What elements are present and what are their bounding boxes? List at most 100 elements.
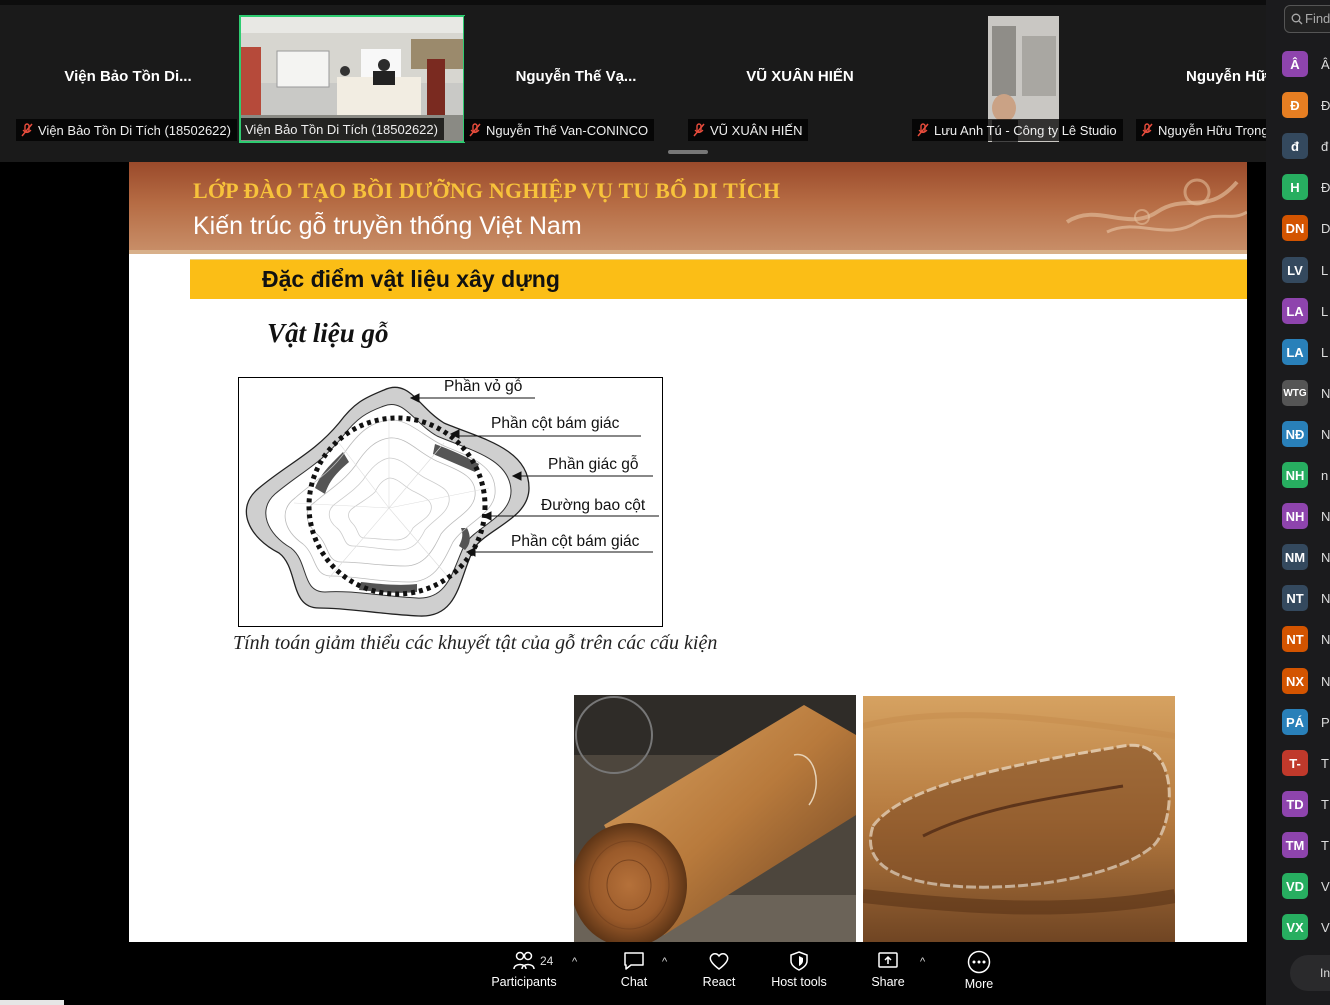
wood-cross-section-diagram: Phần vỏ gỗ Phần cột bám giác Phần giác g… <box>238 377 663 627</box>
participant-name: V <box>1321 878 1330 894</box>
share-label: Share <box>871 975 905 989</box>
invite-button[interactable]: In <box>1290 955 1330 991</box>
host-tools-button[interactable]: Host tools <box>767 950 831 989</box>
chat-label: Chat <box>620 975 648 989</box>
mic-muted-icon <box>917 123 929 137</box>
participant-name: N <box>1321 385 1330 401</box>
participant-name: N <box>1321 426 1330 442</box>
participant-row[interactable]: NH n <box>1282 461 1328 489</box>
participant-name: N <box>1321 508 1330 524</box>
participant-row[interactable]: NM N <box>1282 543 1330 571</box>
video-tile[interactable]: Nguyễn Hữ Nguyễn Hữu Trọng <box>1136 16 1275 142</box>
more-label: More <box>964 977 994 991</box>
more-button[interactable]: More <box>957 950 1001 991</box>
tile-tag-text: VŨ XUÂN HIẾN <box>710 122 803 138</box>
participant-name: N <box>1321 590 1330 606</box>
chat-button[interactable]: Chat <box>612 950 656 989</box>
course-title: LỚP ĐÀO TẠO BỒI DƯỠNG NGHIỆP VỤ TU BỔ DI… <box>193 178 781 203</box>
participants-label: Participants <box>491 975 557 989</box>
participant-search-input[interactable]: Find <box>1284 5 1330 33</box>
participant-row[interactable]: HĐ <box>1282 173 1330 201</box>
participant-name: N <box>1321 549 1330 565</box>
tile-name-tag: Nguyễn Hữu Trọng <box>1136 119 1275 141</box>
chat-caret-icon[interactable]: ^ <box>662 956 667 968</box>
participant-row[interactable]: PÁ P <box>1282 708 1330 736</box>
participant-row[interactable]: NH N <box>1282 502 1330 530</box>
tile-tag-text: Viện Bảo Tồn Di Tích (18502622) <box>38 122 231 138</box>
course-subtitle: Kiến trúc gỗ truyền thống Việt Nam <box>193 212 582 240</box>
participant-row[interactable]: WTG N <box>1282 379 1330 407</box>
tile-name-tag: VŨ XUÂN HIẾN <box>688 119 809 141</box>
tile-name: Viện Bảo Tồn Di... <box>64 68 192 85</box>
participant-row[interactable]: ĐĐ <box>1282 91 1330 119</box>
participant-name: L <box>1321 303 1329 319</box>
participant-row[interactable]: NX N <box>1282 667 1330 695</box>
log-photo <box>574 695 856 942</box>
section-title: Đặc điểm vật liệu xây dựng <box>262 266 560 292</box>
avatar: VD <box>1282 873 1308 899</box>
participant-row[interactable]: NĐ N <box>1282 420 1330 448</box>
participant-row[interactable]: DN D <box>1282 214 1330 242</box>
participants-count: 24 <box>540 954 554 968</box>
video-tile[interactable]: Nguyễn Thế Vạ... Nguyễn Thế Van-CONINCO <box>464 16 688 142</box>
chat-icon <box>624 952 644 970</box>
strip-page-indicator[interactable] <box>668 150 708 154</box>
participant-name: T <box>1321 796 1329 812</box>
label-column-angle: Phần cột bám giác <box>491 415 620 432</box>
window-corner <box>0 1000 64 1005</box>
participant-row[interactable]: TM T <box>1282 831 1329 859</box>
mic-muted-icon <box>1141 123 1153 137</box>
participant-row[interactable]: ÂÂ <box>1282 50 1330 78</box>
tile-name-tag: Viện Bảo Tồn Di Tích (18502622) <box>16 119 237 141</box>
avatar: NM <box>1282 544 1308 570</box>
participant-row[interactable]: VX V <box>1282 913 1330 941</box>
video-tile-active-speaker[interactable]: Viện Bảo Tồn Di Tích (18502622) <box>239 15 465 143</box>
avatar: VX <box>1282 914 1308 940</box>
participant-name: L <box>1321 262 1329 278</box>
participant-row[interactable]: T- T <box>1282 749 1329 777</box>
strip-top-edge <box>0 0 1266 5</box>
tile-tag-text: Nguyễn Thế Van-CONINCO <box>486 122 649 138</box>
avatar: LA <box>1282 298 1308 324</box>
shield-icon <box>790 951 808 971</box>
video-tile[interactable]: VŨ XUÂN HIẾN VŨ XUÂN HIẾN <box>688 16 912 142</box>
tile-name: Nguyễn Hữ <box>1186 68 1266 85</box>
share-button[interactable]: Share <box>866 950 910 989</box>
participant-row[interactable]: LV L <box>1282 256 1328 284</box>
material-heading: Vật liệu gỗ <box>267 318 389 348</box>
participants-icon <box>513 951 535 970</box>
tile-tag-text: Lưu Anh Tú - Công ty Lê Studio <box>934 122 1117 138</box>
participant-row[interactable]: LA L <box>1282 338 1328 366</box>
participant-name: V <box>1321 919 1330 935</box>
react-label: React <box>702 975 736 989</box>
avatar: NH <box>1282 503 1308 529</box>
avatar: H <box>1282 174 1308 200</box>
video-tile[interactable]: Lưu Anh Tú - Công ty Lê Studio <box>912 16 1136 142</box>
avatar: DN <box>1282 215 1308 241</box>
share-caret-icon[interactable]: ^ <box>920 956 925 968</box>
tile-name-tag: Lưu Anh Tú - Công ty Lê Studio <box>912 119 1123 141</box>
participant-row[interactable]: NT N <box>1282 625 1330 653</box>
participant-name: Đ <box>1321 97 1330 113</box>
video-strip: Viện Bảo Tồn Di... Viện Bảo Tồn Di Tích … <box>0 0 1275 162</box>
participant-name: N <box>1321 631 1330 647</box>
participants-caret-icon[interactable]: ^ <box>572 956 577 968</box>
participant-row[interactable]: NT N <box>1282 584 1330 612</box>
avatar: Đ <box>1282 92 1308 118</box>
heart-icon <box>709 953 729 970</box>
participant-row[interactable]: LA L <box>1282 297 1328 325</box>
video-tile[interactable]: Viện Bảo Tồn Di... Viện Bảo Tồn Di Tích … <box>16 16 240 142</box>
share-screen-icon <box>878 952 898 968</box>
tile-name: VŨ XUÂN HIẾN <box>746 68 854 85</box>
react-button[interactable]: React <box>697 950 741 989</box>
avatar: NH <box>1282 462 1308 488</box>
avatar: WTG <box>1282 380 1308 406</box>
participant-row[interactable]: TD T <box>1282 790 1329 818</box>
avatar: PÁ <box>1282 709 1308 735</box>
participant-row[interactable]: VD V <box>1282 872 1330 900</box>
participant-name: đ <box>1321 138 1329 154</box>
avatar: NT <box>1282 626 1308 652</box>
participant-row[interactable]: đđ <box>1282 132 1328 160</box>
avatar: NT <box>1282 585 1308 611</box>
participant-name: n <box>1321 467 1329 483</box>
